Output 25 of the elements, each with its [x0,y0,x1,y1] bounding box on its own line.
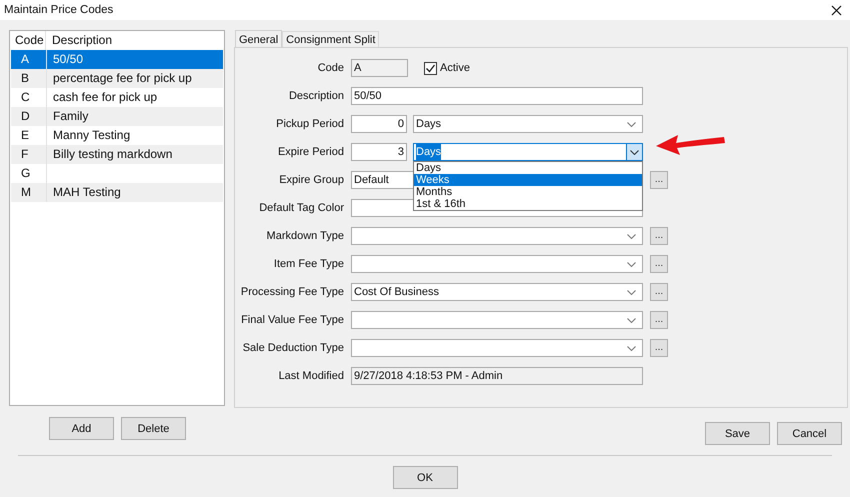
field-label: Code [316,61,344,76]
table-cell-text: Billy testing markdown [52,146,174,163]
table-cell-text: cash fee for pick up [52,89,158,106]
field-label: Markdown Type [266,229,344,244]
field-label: Pickup Period [275,117,344,132]
table-cell-text: Family [52,108,90,125]
table-cell: D [11,107,47,126]
field-label: Item Fee Type [272,257,344,272]
field-label: Last Modified [278,369,344,384]
field-label: Description [288,89,344,104]
table-cell-text: percentage fee for pick up [52,70,193,87]
table-cell: B [11,69,47,88]
table-cell-text: Manny Testing [52,127,132,144]
field-label: Sale Deduction Type [242,341,344,356]
field-label: Default Tag Color [258,201,344,216]
table-cell-text: MAH Testing [52,184,122,201]
field-label: Expire Group [278,173,344,188]
table-cell: F [11,145,47,164]
table-cell: M [11,183,47,202]
table-cell-text: 50/50 [52,51,84,68]
field-label: Final Value Fee Type [240,313,344,328]
field-label: Expire Period [276,145,344,160]
window-title: Maintain Price Codes [4,4,114,16]
readonly-field: 9/27/2018 4:18:53 PM - Admin [351,367,643,385]
field-label: Processing Fee Type [240,285,344,300]
